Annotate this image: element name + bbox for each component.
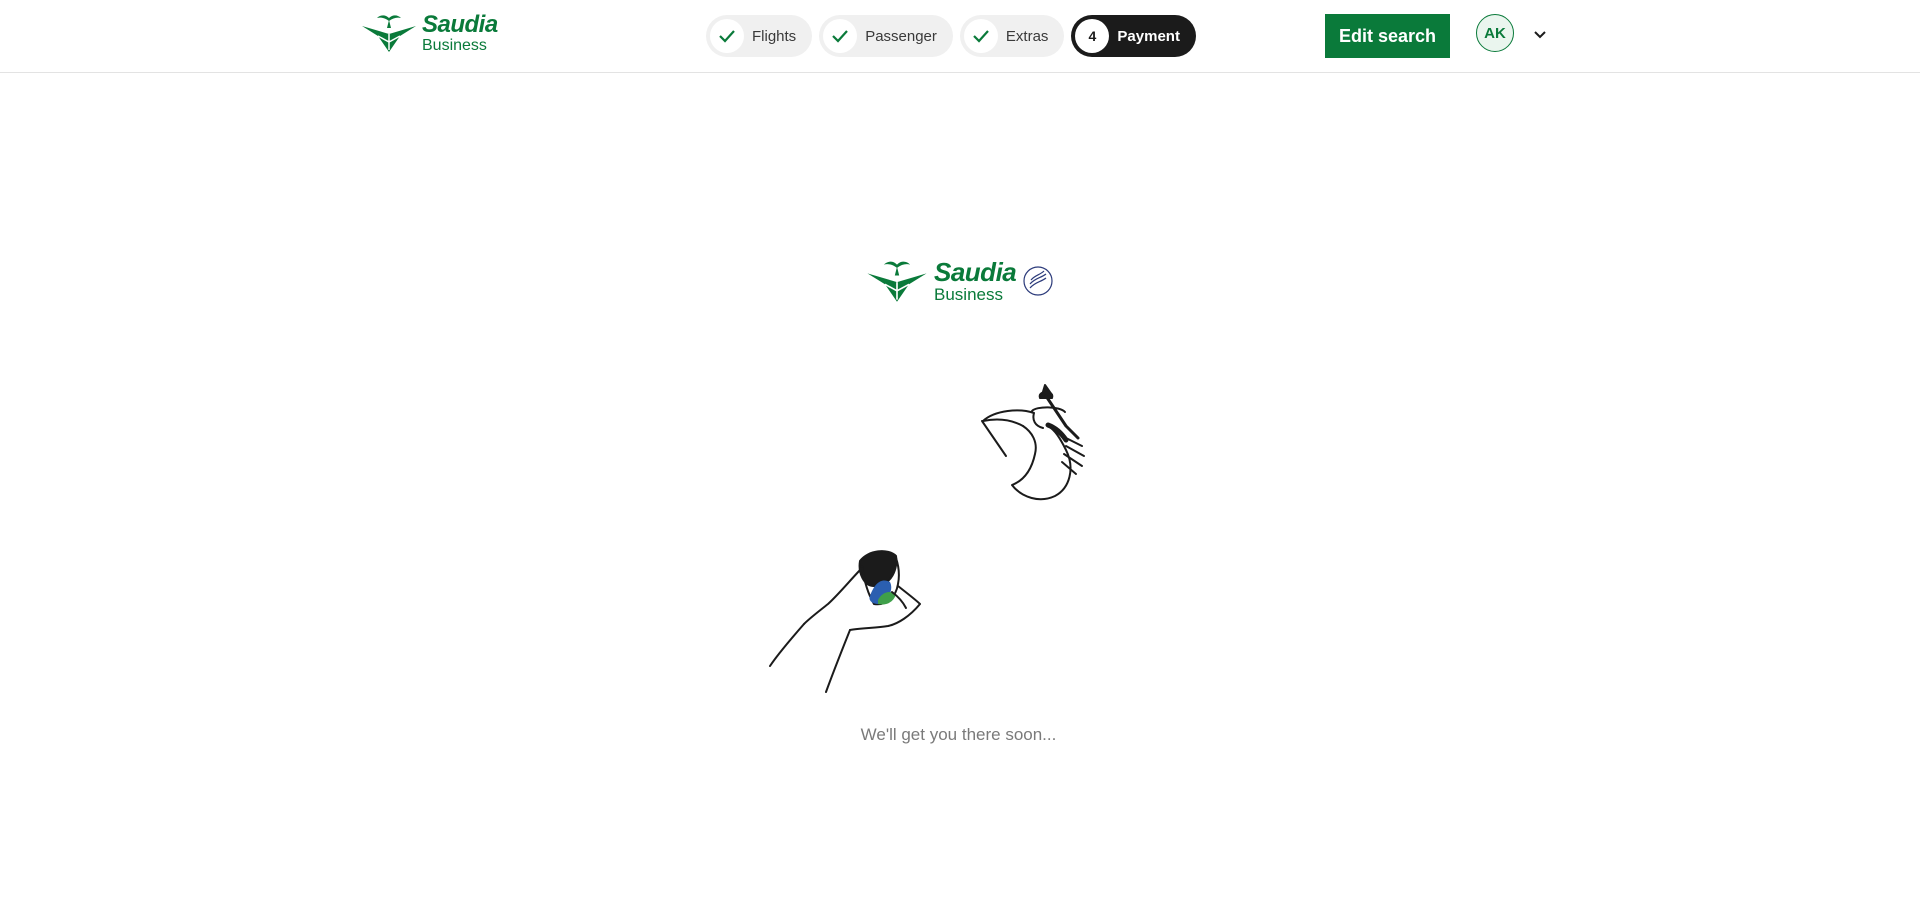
top-header: Saudia Business Flights Passenger Extras… [0, 0, 1920, 73]
loading-message: We'll get you there soon... [860, 725, 1057, 744]
step-number: 4 [1075, 19, 1110, 53]
check-icon [710, 19, 744, 53]
check-icon [823, 19, 858, 53]
brand-name: Saudia [934, 257, 1017, 287]
step-extras[interactable]: Extras [959, 15, 1065, 57]
step-label: Payment [1117, 27, 1180, 45]
edit-search-button[interactable]: Edit search [1325, 14, 1450, 58]
brand-subtitle: Business [934, 285, 1003, 304]
brand-name: Saudia [422, 10, 498, 38]
loader-brand-logo: Saudia Business [865, 258, 1055, 304]
user-avatar[interactable]: AK [1476, 14, 1514, 52]
chevron-down-icon[interactable] [1530, 24, 1550, 44]
booking-stepper: Flights Passenger Extras 4 Payment [706, 15, 1196, 57]
step-label: Extras [1005, 27, 1049, 45]
saudia-palm-icon [867, 261, 927, 302]
step-payment[interactable]: 4 Payment [1071, 15, 1196, 57]
saudia-palm-icon [362, 15, 416, 52]
step-flights[interactable]: Flights [706, 15, 813, 57]
brand-logo[interactable]: Saudia Business [360, 12, 498, 54]
step-passenger[interactable]: Passenger [819, 15, 953, 57]
check-icon [963, 19, 998, 53]
step-label: Flights [752, 27, 797, 45]
skyteam-icon [1023, 266, 1053, 296]
step-label: Passenger [865, 27, 937, 45]
brand-subtitle: Business [422, 36, 487, 54]
coffee-pot-pouring-into-cup-illustration [769, 384, 1085, 693]
